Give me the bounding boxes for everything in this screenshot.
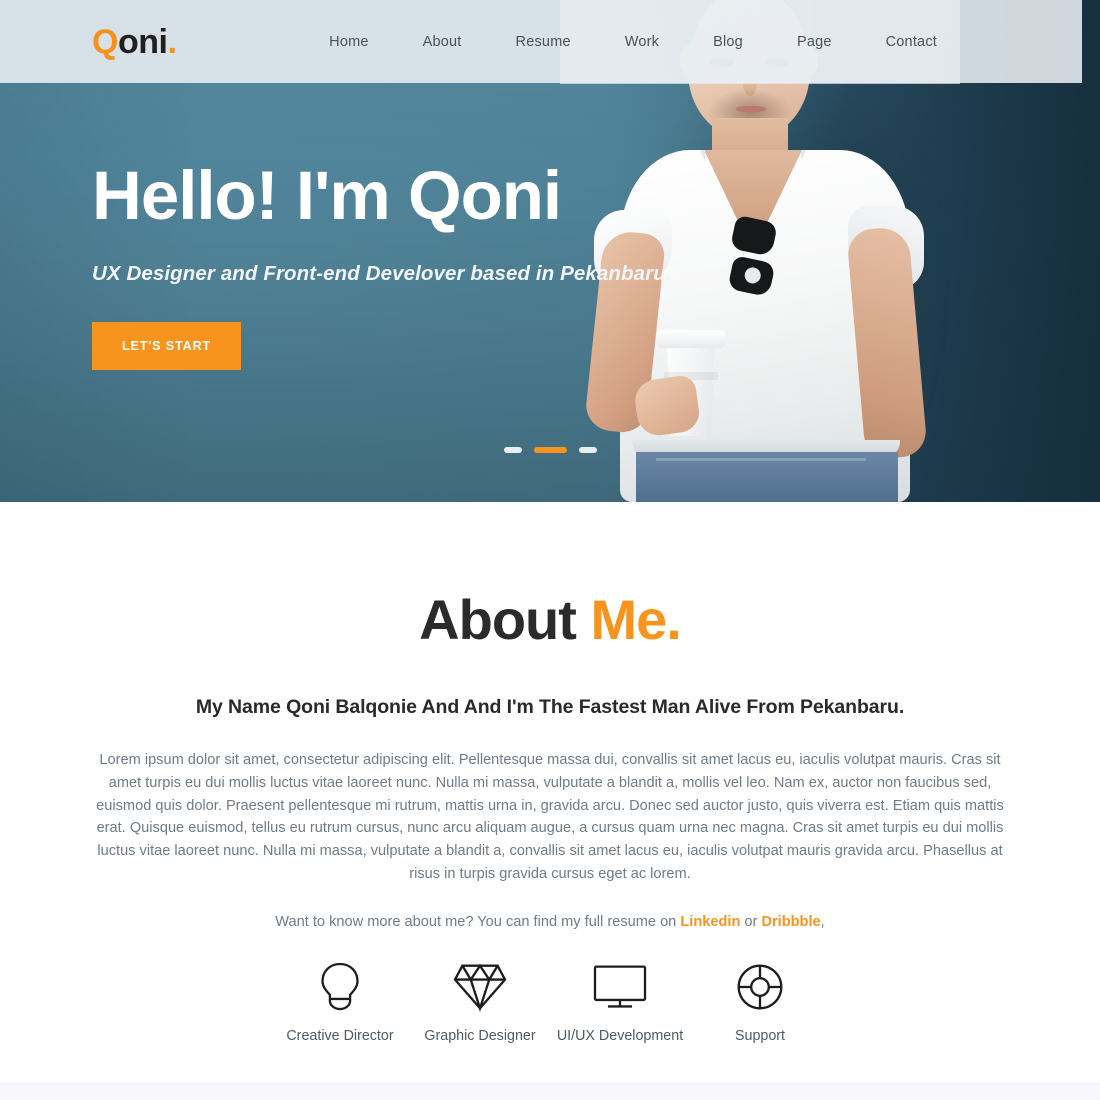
lifebuoy-icon bbox=[690, 960, 830, 1014]
hero-section: Qoni. Home About Resume Work Blog Page C… bbox=[0, 0, 1100, 502]
nav-item-blog[interactable]: Blog bbox=[686, 34, 770, 50]
monitor-icon bbox=[550, 960, 690, 1014]
about-links-suffix: , bbox=[820, 913, 825, 930]
service-label: Creative Director bbox=[286, 1027, 394, 1044]
services-list: Creative Director Graphic Designer UI/UX… bbox=[270, 960, 830, 1044]
lightbulb-icon bbox=[270, 960, 410, 1014]
diamond-icon bbox=[410, 960, 550, 1014]
linkedin-link[interactable]: Linkedin bbox=[680, 914, 740, 930]
lets-start-button[interactable]: LET'S START bbox=[92, 322, 242, 371]
logo-dot: . bbox=[167, 22, 177, 61]
about-paragraph: Lorem ipsum dolor sit amet, consectetur … bbox=[96, 752, 1004, 882]
slider-dot-2-active[interactable] bbox=[533, 447, 567, 453]
slider-dot-1[interactable] bbox=[503, 447, 522, 453]
dribbble-link[interactable]: Dribbble bbox=[761, 914, 820, 930]
slider-dot-3[interactable] bbox=[578, 447, 597, 453]
nav-item-work[interactable]: Work bbox=[598, 34, 686, 50]
about-section: About Me. My Name Qoni Balqonie And And … bbox=[0, 502, 1100, 1044]
about-heading-accent: Me. bbox=[590, 588, 681, 651]
about-heading-main: About bbox=[419, 588, 591, 651]
service-item-support[interactable]: Support bbox=[690, 960, 830, 1044]
hero-slider-indicators bbox=[0, 447, 1100, 453]
about-resume-line: Want to know more about me? You can find… bbox=[0, 914, 1100, 930]
site-header: Qoni. Home About Resume Work Blog Page C… bbox=[0, 0, 1082, 83]
service-label: UI/UX Development bbox=[556, 1027, 684, 1044]
logo-letter-q: Q bbox=[92, 22, 118, 61]
service-item-graphic-designer[interactable]: Graphic Designer bbox=[410, 960, 550, 1044]
about-subheading: My Name Qoni Balqonie And And I'm The Fa… bbox=[195, 696, 905, 718]
hero-title: Hello! I'm Qoni bbox=[92, 157, 562, 234]
nav-item-about[interactable]: About bbox=[396, 34, 489, 50]
service-label: Graphic Designer bbox=[424, 1027, 536, 1044]
next-section-peek bbox=[0, 1083, 1100, 1100]
nav-item-resume[interactable]: Resume bbox=[489, 34, 598, 50]
nav-item-page[interactable]: Page bbox=[770, 34, 859, 50]
hero-copy: Hello! I'm Qoni UX Designer and Front-en… bbox=[92, 157, 672, 371]
primary-navigation: Home About Resume Work Blog Page Contact bbox=[302, 34, 964, 50]
nav-item-home[interactable]: Home bbox=[302, 34, 395, 50]
page-root: Qoni. Home About Resume Work Blog Page C… bbox=[0, 0, 1100, 1100]
nav-item-contact[interactable]: Contact bbox=[859, 34, 964, 50]
service-label: Support bbox=[734, 1027, 786, 1044]
site-logo[interactable]: Qoni. bbox=[92, 22, 177, 61]
service-item-uiux-development[interactable]: UI/UX Development bbox=[550, 960, 690, 1044]
logo-text: oni bbox=[117, 22, 168, 61]
about-links-join: or bbox=[740, 913, 762, 930]
hero-subtitle: UX Designer and Front-end Develover base… bbox=[92, 262, 672, 286]
service-item-creative-director[interactable]: Creative Director bbox=[270, 960, 410, 1044]
about-links-prefix: Want to know more about me? You can find… bbox=[275, 913, 681, 930]
about-heading: About Me. bbox=[0, 587, 1100, 652]
